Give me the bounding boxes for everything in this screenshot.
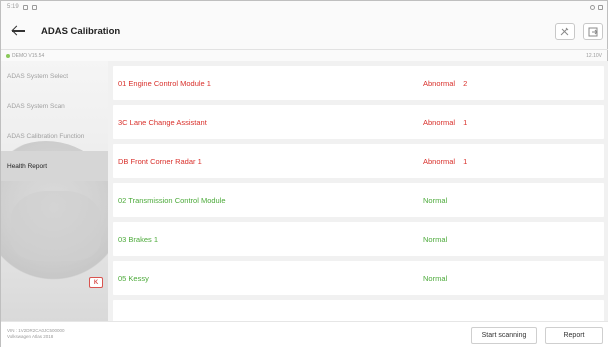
tools-icon bbox=[560, 27, 569, 35]
list-item[interactable]: 02 Transmission Control Module Normal bbox=[113, 183, 604, 217]
page-title: ADAS Calibration bbox=[41, 25, 121, 37]
module-name: 03 Brakes 1 bbox=[118, 234, 159, 244]
list-item[interactable]: DB Front Corner Radar 1 Abnormal 1 bbox=[113, 144, 604, 178]
fault-count: 1 bbox=[463, 117, 468, 127]
connection-dot-icon bbox=[6, 53, 10, 58]
sidebar-item-label: Health Report bbox=[7, 162, 48, 170]
list-item[interactable]: 3C Lane Change Assistant Abnormal 1 bbox=[113, 105, 604, 139]
clock: 5:19 bbox=[7, 4, 19, 10]
back-arrow-icon[interactable] bbox=[11, 24, 27, 38]
module-name: 02 Transmission Control Module bbox=[118, 195, 226, 205]
report-button[interactable]: Report bbox=[545, 327, 603, 344]
module-status: Normal bbox=[423, 234, 448, 244]
module-name: DB Front Corner Radar 1 bbox=[118, 156, 202, 166]
fault-count: 1 bbox=[463, 156, 468, 166]
module-status: Abnormal bbox=[423, 156, 456, 166]
vehicle-model: Volkswagen Atlas 2018 bbox=[7, 334, 54, 339]
device-info-bar: DEMO V15.54 12.10V bbox=[1, 49, 608, 61]
battery-voltage: 12.10V bbox=[586, 52, 602, 59]
module-list: 01 Engine Control Module 1 Abnormal 2 3C… bbox=[108, 61, 608, 321]
list-item[interactable]: 01 Engine Control Module 1 Abnormal 2 bbox=[113, 66, 604, 100]
list-item[interactable]: 05 Kessy Normal bbox=[113, 261, 604, 295]
app-window: 5:19 ADAS Calibration DEMO V15.54 12.10V… bbox=[0, 0, 608, 347]
module-name: 05 Kessy bbox=[118, 273, 149, 283]
sidebar-item-adas-system-scan[interactable]: ADAS System Scan bbox=[1, 91, 108, 121]
exit-button[interactable] bbox=[583, 23, 603, 40]
module-status: Abnormal bbox=[423, 78, 456, 88]
sidebar-item-adas-system-select[interactable]: ADAS System Select bbox=[1, 61, 108, 91]
module-name: 01 Engine Control Module 1 bbox=[118, 78, 211, 88]
footer: VIN : 1V2DR2CA0JC500000 Volkswagen Atlas… bbox=[1, 321, 608, 347]
sidebar-item-label: ADAS System Select bbox=[7, 72, 69, 80]
software-version: DEMO V15.54 bbox=[12, 52, 45, 59]
collapse-sidebar-button[interactable]: K bbox=[89, 277, 103, 288]
wifi-icon bbox=[31, 4, 37, 10]
start-scanning-button[interactable]: Start scanning bbox=[471, 327, 537, 344]
sidebar-item-label: ADAS Calibration Function bbox=[7, 132, 85, 140]
status-bar: 5:19 bbox=[1, 1, 608, 13]
module-status: Abnormal bbox=[423, 117, 456, 127]
notification-icon bbox=[22, 4, 28, 10]
sidebar-item-label: ADAS System Scan bbox=[7, 102, 65, 110]
list-item[interactable] bbox=[113, 300, 604, 321]
tools-button[interactable] bbox=[555, 23, 575, 40]
exit-icon bbox=[588, 27, 598, 36]
header: ADAS Calibration bbox=[1, 13, 608, 49]
module-name: 3C Lane Change Assistant bbox=[118, 117, 207, 127]
module-status: Normal bbox=[423, 273, 448, 283]
battery-icon bbox=[598, 4, 603, 10]
fault-count: 2 bbox=[463, 78, 468, 88]
location-icon bbox=[590, 4, 595, 10]
sidebar-item-health-report[interactable]: Health Report bbox=[1, 151, 108, 181]
sidebar-item-adas-calibration-function[interactable]: ADAS Calibration Function bbox=[1, 121, 108, 151]
module-status: Normal bbox=[423, 195, 448, 205]
list-item[interactable]: 03 Brakes 1 Normal bbox=[113, 222, 604, 256]
car-background-shape bbox=[11, 191, 101, 261]
